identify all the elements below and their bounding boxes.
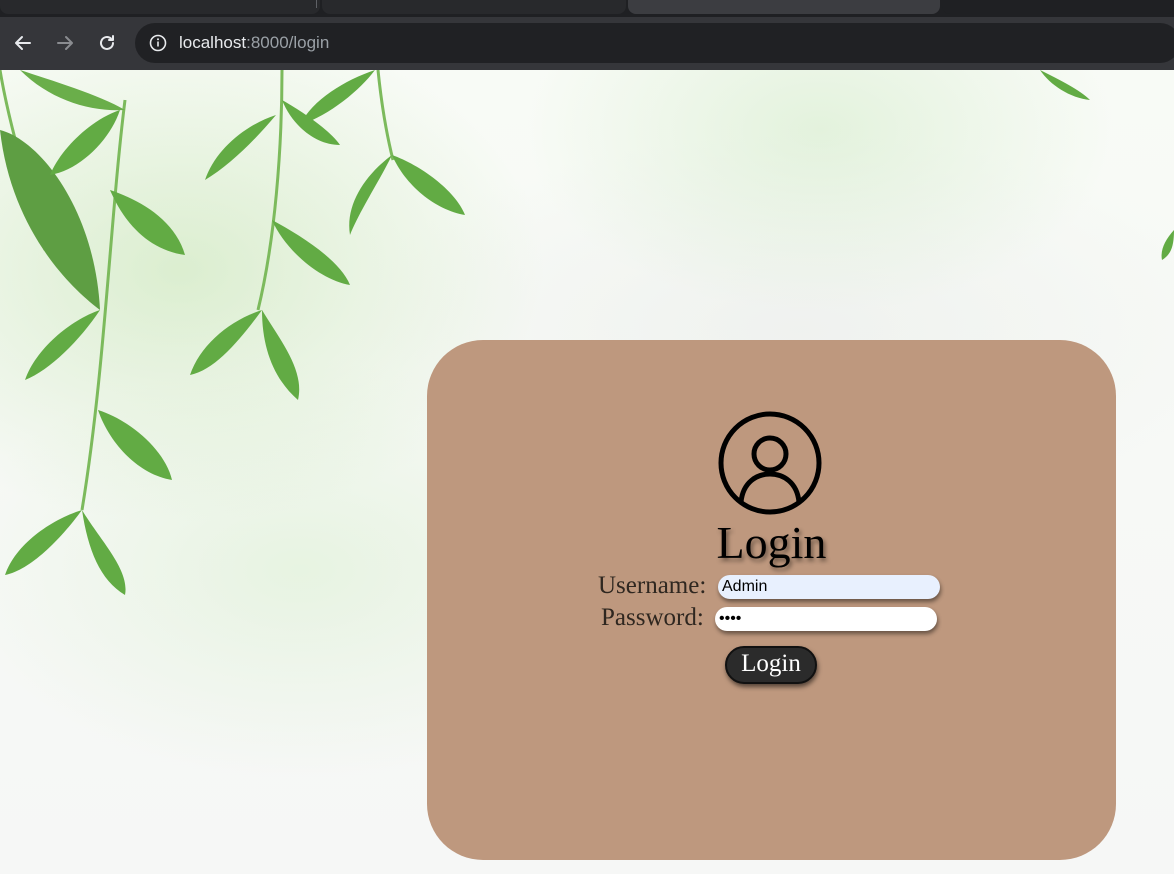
url-path: :8000/login <box>246 33 330 52</box>
page-viewport: Login Username: Password: Login <box>0 70 1174 874</box>
forward-button[interactable] <box>51 29 79 57</box>
browser-tab[interactable] <box>322 0 626 14</box>
username-field[interactable] <box>718 575 940 599</box>
browser-toolbar: localhost:8000/login <box>0 17 1174 70</box>
tab-strip <box>0 0 1174 17</box>
browser-tab[interactable] <box>942 0 1174 14</box>
login-button[interactable]: Login <box>725 646 817 684</box>
username-label: Username: <box>598 572 707 599</box>
address-bar[interactable]: localhost:8000/login <box>135 23 1174 63</box>
tab-separator <box>316 0 317 8</box>
password-label: Password: <box>601 604 704 631</box>
reload-button[interactable] <box>93 29 121 57</box>
login-card: Login Username: Password: Login <box>427 340 1116 860</box>
url-text: localhost:8000/login <box>179 33 329 53</box>
info-icon[interactable] <box>149 34 167 52</box>
arrow-left-icon <box>15 36 31 50</box>
login-title: Login <box>716 517 827 568</box>
back-button[interactable] <box>9 29 37 57</box>
user-circle-icon <box>718 411 822 515</box>
reload-icon <box>100 35 114 50</box>
url-host: localhost <box>179 33 247 52</box>
browser-tab-active[interactable] <box>628 0 940 14</box>
arrow-right-icon <box>57 36 73 50</box>
password-field[interactable] <box>715 607 937 631</box>
browser-tab[interactable] <box>0 0 320 14</box>
